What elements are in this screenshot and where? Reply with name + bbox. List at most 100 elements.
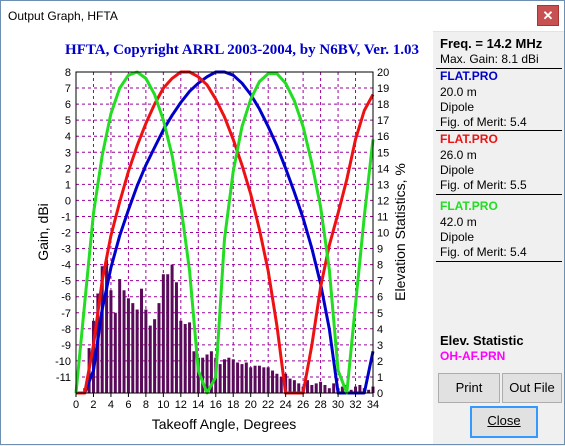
x-tick-label: 32 xyxy=(349,399,361,411)
y-tick-label: -9 xyxy=(61,340,71,352)
x-tick-label: 4 xyxy=(108,399,114,411)
elevation-bar xyxy=(275,373,279,393)
y2-tick-label: 11 xyxy=(377,211,388,223)
y2-tick-label: 18 xyxy=(377,99,389,111)
elevation-bar xyxy=(257,365,261,393)
elevation-bar xyxy=(144,309,148,393)
y2-tick-label: 20 xyxy=(377,67,389,79)
antenna-3-file: FLAT.PRO xyxy=(440,199,498,213)
elevation-bar xyxy=(109,290,113,393)
elevation-bar xyxy=(183,323,187,393)
y2-tick-label: 3 xyxy=(377,340,383,352)
x-tick-label: 26 xyxy=(297,399,309,411)
elevation-bar xyxy=(192,351,196,393)
y-tick-label: 0 xyxy=(65,195,71,207)
antenna-3-height: 42.0 m xyxy=(440,215,477,229)
antenna-3-type: Dipole xyxy=(440,230,475,244)
elevation-bar xyxy=(179,320,183,393)
elevation-bar xyxy=(161,274,165,393)
antenna-1-height: 20.0 m xyxy=(440,85,477,99)
elevation-bar xyxy=(231,359,235,393)
y2-tick-label: 14 xyxy=(377,163,389,175)
elevation-bar xyxy=(170,264,174,393)
y2-tick-label: 6 xyxy=(377,292,383,304)
x-tick-label: 16 xyxy=(210,399,222,411)
y-tick-label: -3 xyxy=(61,244,71,256)
elevation-bar xyxy=(218,364,222,393)
antenna-2-file: FLAT.PRO xyxy=(440,132,498,146)
elevation-bar xyxy=(249,367,253,393)
y2-tick-label: 0 xyxy=(377,388,383,400)
y2-tick-label: 9 xyxy=(377,244,383,256)
elevation-bar xyxy=(266,367,270,393)
x-tick-label: 28 xyxy=(314,399,326,411)
elevation-bar xyxy=(244,362,248,393)
elevation-bar xyxy=(240,364,244,393)
x-tick-label: 2 xyxy=(90,399,96,411)
antenna-1-type: Dipole xyxy=(440,100,475,114)
y-tick-label: 4 xyxy=(65,131,71,143)
elevation-bar xyxy=(113,312,117,393)
elevation-bar xyxy=(327,388,331,393)
elevation-bar xyxy=(153,319,157,393)
y2-tick-label: 12 xyxy=(377,195,389,207)
elevation-bar xyxy=(118,279,122,393)
max-gain: Max. Gain: 8.1 dBi xyxy=(440,52,539,66)
y-tick-label: -10 xyxy=(55,356,71,368)
divider xyxy=(436,194,562,195)
y2-tick-label: 5 xyxy=(377,308,383,320)
elevation-bar xyxy=(314,383,318,393)
elevation-bar xyxy=(148,325,152,393)
y2-tick-label: 19 xyxy=(377,83,389,95)
y-tick-label: 6 xyxy=(65,99,71,111)
y-tick-label: 1 xyxy=(65,179,71,191)
y2-tick-label: 15 xyxy=(377,147,389,159)
antenna-2-type: Dipole xyxy=(440,163,475,177)
print-button[interactable]: Print xyxy=(438,373,500,403)
elevation-bar xyxy=(131,303,135,393)
info-panel: Freq. = 14.2 MHz Max. Gain: 8.1 dBi FLAT… xyxy=(434,31,564,371)
y2-tick-label: 2 xyxy=(377,356,383,368)
x-tick-label: 20 xyxy=(245,399,257,411)
elevation-bar xyxy=(122,290,126,393)
elevation-bar xyxy=(310,384,314,393)
x-tick-label: 30 xyxy=(332,399,344,411)
antenna-1-merit: Fig. of Merit: 5.4 xyxy=(440,115,527,129)
x-tick-label: 34 xyxy=(367,399,379,411)
y2-tick-label: 1 xyxy=(377,372,383,384)
divider xyxy=(436,261,562,262)
close-button-label: Close xyxy=(487,413,521,428)
elevation-bar xyxy=(236,362,240,393)
y2-tick-label: 4 xyxy=(377,324,383,336)
y2-tick-label: 10 xyxy=(377,228,389,240)
antenna-2-height: 26.0 m xyxy=(440,148,477,162)
y-tick-label: 5 xyxy=(65,115,71,127)
elevation-bar xyxy=(135,309,139,393)
y-axis-label: Gain, dBi xyxy=(35,203,51,261)
elevation-bar xyxy=(253,365,257,393)
elevation-bar xyxy=(188,322,192,393)
x-tick-label: 10 xyxy=(157,399,169,411)
print-button-label: Print xyxy=(455,380,483,395)
x-tick-label: 24 xyxy=(280,399,292,411)
elevation-bar xyxy=(174,282,178,393)
y-tick-label: 3 xyxy=(65,147,71,159)
y-tick-label: -4 xyxy=(61,260,71,272)
y-tick-label: -5 xyxy=(61,276,71,288)
y-tick-label: -8 xyxy=(61,324,71,336)
elevation-bar xyxy=(319,381,323,393)
y2-tick-label: 8 xyxy=(377,260,383,272)
close-button[interactable]: Close xyxy=(470,406,538,438)
out-file-button-label: Out File xyxy=(509,380,555,395)
antenna-1-file: FLAT.PRO xyxy=(440,69,498,83)
elevation-bar xyxy=(126,298,130,393)
out-file-button[interactable]: Out File xyxy=(502,373,562,403)
elevation-bar xyxy=(323,384,327,393)
y-tick-label: -6 xyxy=(61,292,71,304)
x-tick-label: 8 xyxy=(143,399,149,411)
elevation-bar xyxy=(288,378,292,393)
x-tick-label: 22 xyxy=(262,399,274,411)
frequency: Freq. = 14.2 MHz xyxy=(440,36,543,51)
elevation-bar xyxy=(292,380,296,393)
y-tick-label: -11 xyxy=(56,372,71,384)
